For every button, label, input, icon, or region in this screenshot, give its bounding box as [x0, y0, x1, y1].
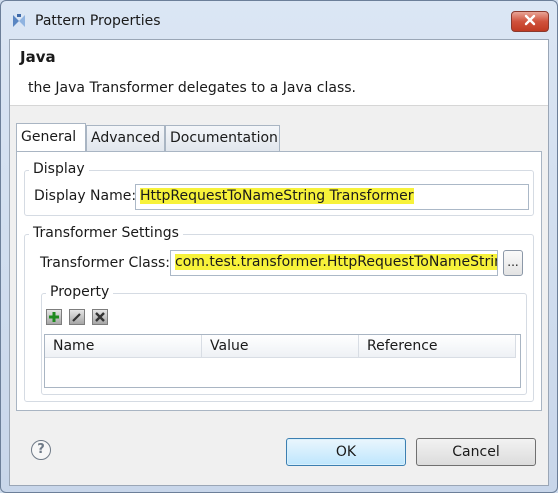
transformer-settings-label: Transformer Settings	[29, 225, 183, 241]
display-name-value: HttpRequestToNameString Transformer	[140, 188, 414, 204]
close-icon	[524, 14, 536, 30]
header-title: Java	[20, 48, 56, 66]
pattern-icon	[11, 13, 27, 29]
transformer-class-label: Transformer Class:	[40, 255, 171, 271]
column-header-name[interactable]: Name	[45, 335, 202, 358]
dialog-window: Pattern Properties Java the Java Transfo…	[0, 0, 558, 493]
display-group-label: Display	[29, 161, 89, 177]
property-group-label: Property	[46, 284, 114, 300]
close-button[interactable]	[511, 11, 549, 32]
window-title: Pattern Properties	[35, 13, 161, 29]
add-icon[interactable]	[46, 309, 62, 325]
cancel-button[interactable]: Cancel	[416, 438, 536, 466]
help-icon[interactable]: ?	[31, 440, 51, 460]
column-header-value[interactable]: Value	[202, 335, 359, 358]
transformer-class-value: com.test.transformer.HttpRequestToNameSt…	[175, 254, 497, 270]
delete-icon[interactable]	[92, 309, 108, 325]
dialog-client: Java the Java Transformer delegates to a…	[9, 39, 549, 486]
display-name-input[interactable]: HttpRequestToNameString Transformer	[135, 184, 529, 210]
display-name-label: Display Name:	[34, 188, 137, 204]
general-panel: Display Display Name: HttpRequestToNameS…	[16, 151, 542, 411]
tab-general[interactable]: General	[16, 123, 86, 151]
column-header-reference[interactable]: Reference	[359, 335, 516, 358]
browse-button[interactable]: ...	[503, 250, 523, 276]
title-bar[interactable]: Pattern Properties	[1, 1, 557, 41]
edit-icon[interactable]	[69, 309, 85, 325]
tab-advanced[interactable]: Advanced	[86, 125, 165, 151]
transformer-class-input[interactable]: com.test.transformer.HttpRequestToNameSt…	[170, 250, 498, 276]
tab-documentation[interactable]: Documentation	[165, 125, 280, 151]
property-table[interactable]: Name Value Reference	[44, 334, 521, 388]
ok-button[interactable]: OK	[286, 438, 406, 466]
header-description: the Java Transformer delegates to a Java…	[28, 80, 356, 96]
dialog-header: Java the Java Transformer delegates to a…	[10, 40, 548, 106]
